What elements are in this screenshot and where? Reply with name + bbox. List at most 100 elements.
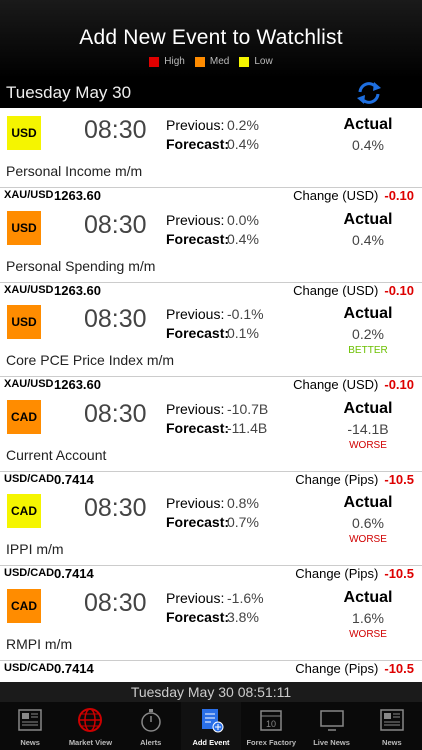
legend-swatch-low [239, 56, 250, 67]
actual-note: WORSE [349, 534, 387, 546]
tab-bar: News Market View Alerts Add Event 10 Forex Fa… [0, 702, 422, 750]
tab-news[interactable]: News [0, 702, 60, 750]
event-time: 08:30 [84, 494, 147, 523]
event-card[interactable]: USD 08:30 Previous: 0.0% Forecast: 0.4% Actual… [0, 202, 422, 282]
globe-icon [76, 706, 104, 734]
tab-live-news[interactable]: Live News [301, 702, 361, 750]
actual-value: 0.2% [352, 326, 384, 343]
event-name: Current Account [6, 446, 107, 463]
event-time: 08:30 [84, 210, 147, 239]
event-card[interactable]: CAD 08:30 Previous: -10.7B Forecast: -11.4B Ac… [0, 391, 422, 471]
clock-bar: Tuesday May 30 08:51:11 [0, 682, 422, 702]
currency-badge: CAD [7, 589, 41, 623]
event-row[interactable]: CAD 08:30 Previous: 0.8% Forecast: 0.7% Actual… [0, 486, 422, 582]
tab-add-event[interactable]: Add Event [180, 702, 242, 750]
add-list-icon [197, 706, 225, 734]
forecast-value: 0.7% [227, 514, 259, 531]
newspaper-icon [16, 706, 44, 734]
legend-label-high: High [164, 56, 185, 67]
event-card[interactable]: USD 08:30 Previous: 0.2% Forecast: 0.4% Actual… [0, 108, 422, 187]
stopwatch-icon [137, 706, 165, 734]
legend-swatch-high [149, 56, 160, 67]
refresh-icon[interactable] [354, 80, 384, 106]
previous-label: Previous: [166, 400, 225, 417]
tab-market-view[interactable]: Market View [60, 702, 120, 750]
pair-footer: USD/CAD 0.7414 Change (Pips) -10.5 [0, 565, 422, 582]
previous-label: Previous: [166, 306, 225, 323]
event-time: 08:30 [84, 116, 147, 144]
actual-value: 0.4% [352, 231, 384, 248]
forecast-value: 0.4% [227, 230, 259, 247]
event-row[interactable]: CAD 08:30 Previous: -1.6% Forecast: 3.8% Actua… [0, 581, 422, 676]
pair-footer: XAU/USD 1263.60 Change (USD) -0.10 [0, 376, 422, 393]
event-card[interactable]: CAD 08:30 Previous: 0.8% Forecast: 0.7% Actual… [0, 486, 422, 566]
forecast-value: 3.8% [227, 609, 259, 625]
event-name: Personal Spending m/m [6, 257, 156, 274]
currency-badge: CAD [7, 399, 41, 434]
event-time: 08:30 [84, 305, 147, 334]
event-list[interactable]: USD 08:30 Previous: 0.2% Forecast: 0.4% Actual… [0, 108, 422, 682]
tab-forex-factory[interactable]: 10 Forex Factory [241, 702, 301, 750]
actual-note: WORSE [349, 439, 387, 451]
change-label: Change (USD) [293, 282, 379, 298]
pair-footer: USD/CAD 0.7414 Change (Pips) -10.5 [0, 660, 422, 676]
event-row[interactable]: CAD 08:30 Previous: -10.7B Forecast: -11.4B Ac… [0, 391, 422, 487]
event-name: Personal Income m/m [6, 163, 143, 179]
currency-badge: USD [7, 116, 41, 150]
currency-badge: CAD [7, 494, 41, 529]
change-info: Change (USD) -0.10 [293, 377, 414, 392]
pair-footer: XAU/USD 1263.60 Change (USD) -0.10 [0, 281, 422, 298]
event-row[interactable]: USD 08:30 Previous: 0.2% Forecast: 0.4% Actual… [0, 108, 422, 203]
date-label: Tuesday May 30 [6, 83, 132, 102]
previous-value: -10.7B [227, 400, 269, 417]
actual-label: Actual [343, 305, 393, 323]
pair-symbol: XAU/USD [4, 378, 54, 391]
actual-label: Actual [343, 399, 393, 417]
legend-item-low: Low [239, 56, 273, 67]
forecast-value: 0.1% [227, 325, 259, 342]
event-name: RMPI m/m [6, 636, 73, 652]
tab-label: Alerts [140, 738, 162, 747]
app-header: Add New Event to Watchlist High Med Low [0, 0, 422, 78]
pair-price: 0.7414 [54, 471, 94, 487]
change-label: Change (USD) [293, 377, 379, 393]
change-info: Change (USD) -0.10 [293, 188, 414, 203]
actual-label: Actual [343, 589, 393, 606]
actual-label: Actual [343, 494, 393, 512]
event-card[interactable]: USD 08:30 Previous: -0.1% Forecast: 0.1% Actua… [0, 297, 422, 377]
forecast-label: Forecast: [166, 514, 230, 531]
change-info: Change (USD) -0.10 [293, 283, 414, 298]
legend-label-med: Med [209, 56, 230, 67]
change-label: Change (Pips) [295, 661, 379, 676]
previous-label: Previous: [166, 211, 225, 228]
event-name: IPPI m/m [6, 541, 64, 558]
actual-note: BETTER [348, 345, 388, 357]
actual-value: -14.1B [347, 420, 389, 437]
forecast-value: 0.4% [227, 136, 259, 152]
tab-label: Market View [68, 738, 113, 747]
actual-label: Actual [343, 116, 393, 133]
previous-label: Previous: [166, 117, 225, 133]
tab-alerts[interactable]: Alerts [121, 702, 181, 750]
change-info: Change (Pips) -10.5 [295, 661, 414, 676]
tab-label: Live News [313, 738, 350, 747]
pair-price: 0.7414 [54, 661, 94, 676]
pair-footer: XAU/USD 1263.60 Change (USD) -0.10 [0, 187, 422, 203]
date-bar: Tuesday May 30 [0, 78, 422, 108]
currency-badge: USD [7, 305, 41, 340]
forecast-label: Forecast: [166, 230, 230, 247]
page-title: Add New Event to Watchlist [79, 26, 343, 49]
tab-news[interactable]: News [362, 702, 422, 750]
change-label: Change (USD) [293, 188, 379, 203]
event-row[interactable]: USD 08:30 Previous: 0.0% Forecast: 0.4% Actual… [0, 202, 422, 298]
previous-value: 0.8% [227, 495, 259, 512]
event-row[interactable]: USD 08:30 Previous: -0.1% Forecast: 0.1% Actua… [0, 297, 422, 393]
forecast-value: -11.4B [227, 419, 268, 436]
pair-symbol: USD/CAD [4, 567, 55, 580]
change-value: -10.5 [384, 471, 414, 487]
tab-label: News [382, 738, 402, 747]
event-name: Core PCE Price Index m/m [6, 352, 175, 369]
forecast-label: Forecast: [166, 609, 230, 625]
event-card[interactable]: CAD 08:30 Previous: -1.6% Forecast: 3.8% Actua… [0, 581, 422, 660]
previous-label: Previous: [166, 590, 225, 606]
